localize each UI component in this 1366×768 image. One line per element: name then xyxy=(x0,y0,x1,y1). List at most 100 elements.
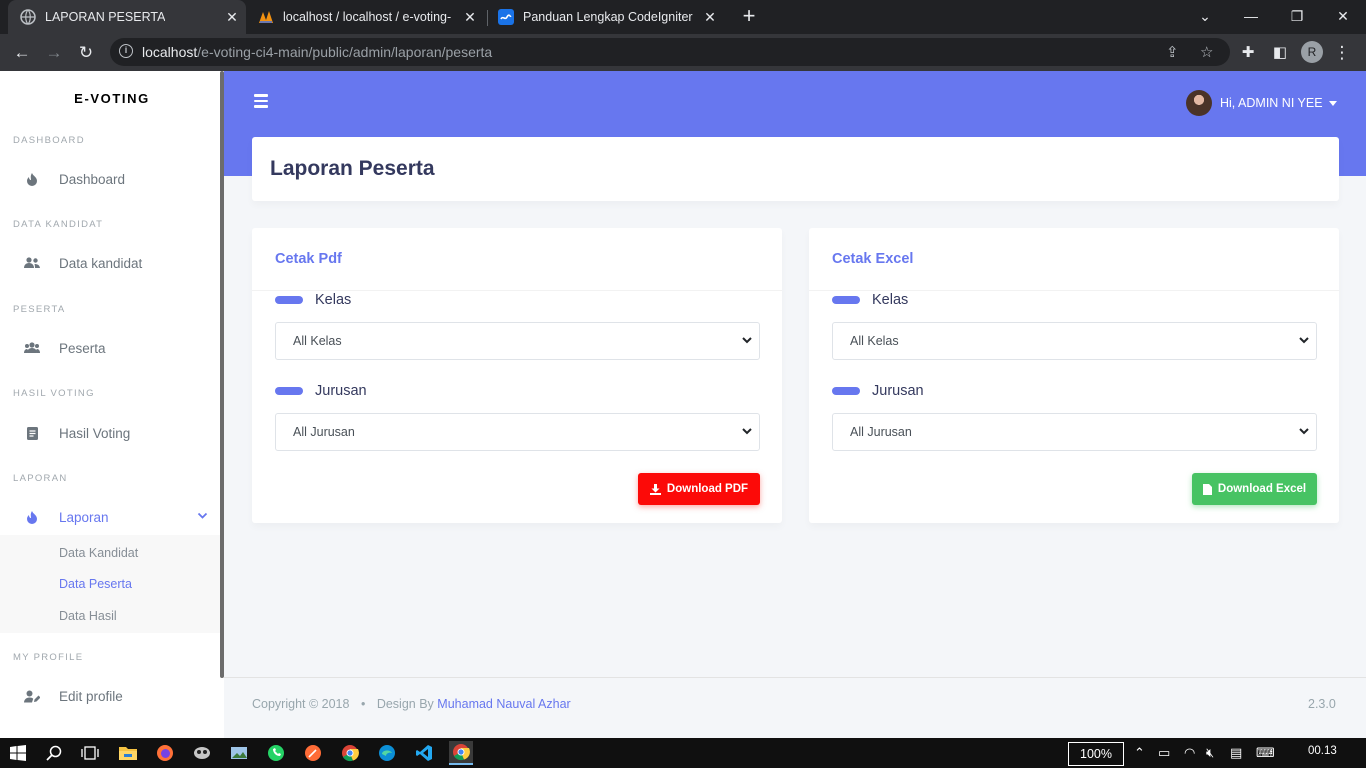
windows-start-icon[interactable] xyxy=(6,741,30,765)
kelas-select-value: All Kelas xyxy=(293,334,342,348)
sidebar-item-hasil-voting[interactable]: Hasil Voting xyxy=(0,416,220,450)
sidebar-item-peserta[interactable]: Peserta xyxy=(0,331,220,365)
file-icon xyxy=(1202,483,1212,495)
footer-bullet: • xyxy=(360,697,366,711)
tab-laporan-peserta[interactable]: LAPORAN PESERTA ✕ xyxy=(8,0,246,34)
jurusan-label: Jurusan xyxy=(832,383,924,399)
users-icon xyxy=(24,257,40,269)
vscode-icon[interactable] xyxy=(412,741,436,765)
search-icon[interactable] xyxy=(42,741,66,765)
close-tab-icon[interactable]: ✕ xyxy=(462,9,478,25)
footer-design-by: Design By xyxy=(376,697,434,711)
sidebar-item-label: Edit profile xyxy=(59,688,123,704)
chevron-down-icon xyxy=(1298,425,1310,440)
sidebar-brand[interactable]: E-VOTING xyxy=(0,91,224,106)
profile-avatar[interactable]: R xyxy=(1301,41,1323,63)
close-tab-icon[interactable]: ✕ xyxy=(702,9,718,25)
phpmyadmin-icon xyxy=(258,9,274,25)
sidebar-item-laporan[interactable]: Laporan xyxy=(0,500,220,534)
submenu-data-peserta[interactable]: Data Peserta xyxy=(59,577,132,591)
download-pdf-label: Download PDF xyxy=(666,483,749,495)
section-header: Laporan Peserta xyxy=(252,137,1339,201)
user-edit-icon xyxy=(24,690,40,703)
edge-icon[interactable] xyxy=(375,741,399,765)
minimize-button[interactable]: — xyxy=(1228,0,1274,34)
sidebar-item-label: Hasil Voting xyxy=(59,425,131,441)
tray-chevron-up-icon[interactable]: ⌃ xyxy=(1134,745,1145,761)
sidebar-heading-peserta: PESERTA xyxy=(13,304,66,315)
submenu-data-hasil[interactable]: Data Hasil xyxy=(59,609,117,623)
avatar xyxy=(1186,90,1212,116)
user-dropdown[interactable]: Hi, ADMIN NI YEE xyxy=(1186,90,1337,116)
sidebar-heading-hasil: HASIL VOTING xyxy=(13,388,95,399)
kelas-select[interactable]: All Kelas xyxy=(275,322,760,360)
browser-toolbar: ← → ↻ i localhost/e-voting-ci4-main/publ… xyxy=(0,34,1366,71)
file-explorer-icon[interactable] xyxy=(116,741,140,765)
tab-title: localhost / localhost / e-voting-ci4 xyxy=(283,10,451,24)
volume-muted-icon[interactable]: 🔇︎ xyxy=(1206,745,1214,761)
task-view-icon[interactable] xyxy=(78,741,102,765)
site-favicon-icon xyxy=(498,9,514,25)
card-cetak-excel: Cetak Excel Kelas All Kelas Jurusan All … xyxy=(809,228,1339,523)
sidebar-item-edit-profile[interactable]: Edit profile xyxy=(0,679,220,713)
submenu-data-kandidat[interactable]: Data Kandidat xyxy=(59,546,138,560)
browser-menu-icon[interactable]: ⋮ xyxy=(1329,40,1355,66)
jurusan-select-value: All Jurusan xyxy=(850,425,912,439)
footer-author-link[interactable]: Muhamad Nauval Azhar xyxy=(437,697,570,711)
side-panel-icon[interactable]: ◧ xyxy=(1267,40,1293,66)
menu-toggle-icon[interactable] xyxy=(254,94,268,111)
sidebar-item-label: Laporan xyxy=(59,509,109,525)
users-group-icon xyxy=(24,342,40,354)
forward-button[interactable]: → xyxy=(41,40,67,66)
download-excel-button[interactable]: Download Excel xyxy=(1192,473,1317,505)
back-button[interactable]: ← xyxy=(9,40,35,66)
page-title: Laporan Peserta xyxy=(270,157,435,180)
restore-button[interactable]: ❐ xyxy=(1274,0,1320,34)
reload-button[interactable]: ↻ xyxy=(73,40,99,66)
close-window-button[interactable]: ✕ xyxy=(1320,0,1366,34)
tab-phpmyadmin[interactable]: localhost / localhost / e-voting-ci4 ✕ xyxy=(252,0,484,34)
keyboard-icon[interactable]: ⌨ xyxy=(1256,745,1275,761)
postman-icon[interactable] xyxy=(301,741,325,765)
sidebar-item-dashboard[interactable]: Dashboard xyxy=(0,162,220,196)
app-icon[interactable] xyxy=(190,741,214,765)
share-icon[interactable]: ⇪ xyxy=(1166,43,1179,61)
fire-icon xyxy=(24,172,40,186)
notification-icon[interactable]: ▤ xyxy=(1230,745,1242,761)
firefox-icon[interactable] xyxy=(153,741,177,765)
chrome-icon[interactable] xyxy=(338,741,362,765)
site-info-icon[interactable]: i xyxy=(119,44,133,58)
bookmark-star-icon[interactable]: ☆ xyxy=(1200,43,1213,61)
new-tab-button[interactable]: + xyxy=(738,5,760,28)
footer-copyright: Copyright © 2018 xyxy=(252,697,350,711)
kelas-label-text: Kelas xyxy=(315,292,352,308)
wifi-icon[interactable]: ◠ xyxy=(1184,745,1195,761)
address-bar[interactable]: i localhost/e-voting-ci4-main/public/adm… xyxy=(110,38,1230,66)
tab-panduan-codeigniter[interactable]: Panduan Lengkap CodeIgniter 4 ✕ xyxy=(492,0,724,34)
tab-title: LAPORAN PESERTA xyxy=(45,10,166,24)
jurusan-select[interactable]: All Jurusan xyxy=(832,413,1317,451)
sidebar-heading-profile: MY PROFILE xyxy=(13,652,84,663)
jurusan-select-value: All Jurusan xyxy=(293,425,355,439)
clock[interactable]: 00.13 xyxy=(1308,745,1337,757)
battery-icon[interactable]: ▭ xyxy=(1158,745,1170,761)
image-viewer-icon[interactable] xyxy=(227,741,251,765)
whatsapp-icon[interactable] xyxy=(264,741,288,765)
jurusan-label-text: Jurusan xyxy=(315,383,367,399)
chevron-down-icon xyxy=(741,425,753,440)
chrome-active-icon[interactable] xyxy=(449,741,473,765)
download-icon xyxy=(649,483,661,495)
kelas-label-text: Kelas xyxy=(872,292,909,308)
extensions-icon[interactable]: ✚ xyxy=(1235,40,1261,66)
label-pill xyxy=(275,387,303,395)
close-tab-icon[interactable]: ✕ xyxy=(224,9,240,25)
kelas-select[interactable]: All Kelas xyxy=(832,322,1317,360)
zoom-level[interactable]: 100% xyxy=(1068,742,1124,766)
sidebar-item-data-kandidat[interactable]: Data kandidat xyxy=(0,246,220,280)
tab-search-icon[interactable]: ⌄ xyxy=(1182,0,1228,34)
jurusan-select[interactable]: All Jurusan xyxy=(275,413,760,451)
sidebar-item-label: Data kandidat xyxy=(59,255,143,271)
download-pdf-button[interactable]: Download PDF xyxy=(638,473,760,505)
card-header: Cetak Pdf xyxy=(252,228,782,291)
footer-version: 2.3.0 xyxy=(1308,697,1336,711)
